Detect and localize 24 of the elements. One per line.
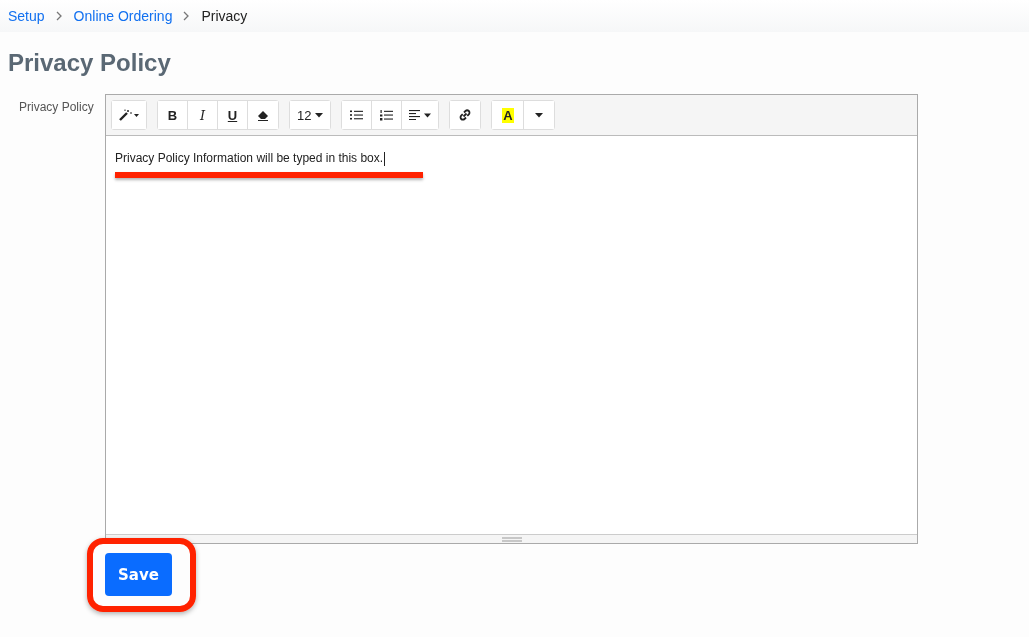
page-title: Privacy Policy <box>8 49 172 77</box>
save-button[interactable]: Save <box>105 553 172 596</box>
link-button[interactable] <box>450 101 481 129</box>
chevron-right-icon <box>55 11 62 21</box>
numbered-list-icon <box>380 109 394 121</box>
chevron-right-icon <box>183 11 190 21</box>
caret-icon <box>315 112 324 118</box>
bulleted-list-icon <box>350 110 364 120</box>
field-label: Privacy Policy <box>18 99 95 116</box>
font-size-dropdown[interactable]: 12 <box>290 101 331 129</box>
breadcrumb-link[interactable]: Online Ordering <box>73 8 173 24</box>
bulleted-list-button[interactable] <box>342 101 373 129</box>
style-button[interactable] <box>112 101 146 129</box>
editor-text[interactable]: Privacy Policy Information will be typed in this box. <box>115 151 386 166</box>
breadcrumb-link[interactable]: Setup <box>8 8 45 24</box>
eraser-icon <box>257 109 269 121</box>
magic-wand-icon <box>119 109 139 121</box>
link-icon <box>459 109 472 121</box>
highlight-color-button[interactable]: A <box>492 101 525 129</box>
resize-handle[interactable] <box>106 534 917 543</box>
bold-button[interactable]: B <box>158 101 188 129</box>
align-left-icon <box>409 110 432 120</box>
caret-icon <box>535 112 544 118</box>
breadcrumb-current: Privacy <box>201 8 248 24</box>
